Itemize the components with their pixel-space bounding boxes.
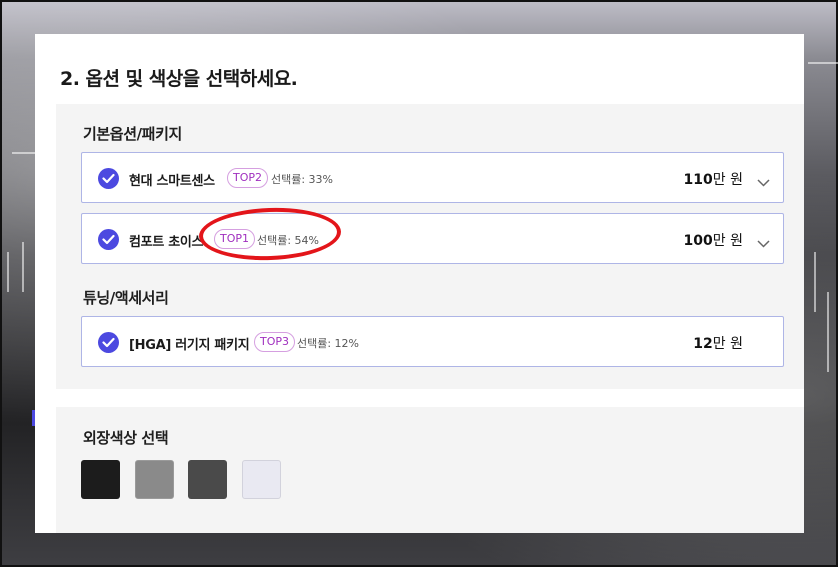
exterior-color-panel: 외장색상 선택 <box>56 407 804 533</box>
color-swatch-white[interactable] <box>242 460 281 499</box>
basic-options-title: 기본옵션/패키지 <box>83 125 182 143</box>
option-price: 12만 원 <box>693 336 743 352</box>
color-swatch-dark-gray[interactable] <box>188 460 227 499</box>
check-icon[interactable] <box>98 332 119 353</box>
options-panel: 기본옵션/패키지 현대 스마트센스 TOP2 선택률: 33% 110만 원 컴… <box>56 104 804 389</box>
selection-rate: 선택률: 12% <box>297 337 360 350</box>
rank-badge: TOP3 <box>254 332 296 352</box>
tuning-accessory-title: 튜닝/액세서리 <box>83 289 169 307</box>
option-color-card: 2. 옵션 및 색상을 선택하세요. 기본옵션/패키지 현대 스마트센스 TOP… <box>35 34 804 533</box>
exterior-color-title: 외장색상 선택 <box>83 429 169 447</box>
rank-badge: TOP2 <box>227 168 269 188</box>
chevron-down-icon[interactable] <box>757 172 770 191</box>
option-price: 100만 원 <box>683 233 743 249</box>
option-price: 110만 원 <box>683 172 743 188</box>
color-swatch-gray[interactable] <box>135 460 174 499</box>
option-name: 컴포트 초이스 <box>129 235 204 250</box>
color-swatch-black[interactable] <box>81 460 120 499</box>
option-name: [HGA] 러기지 패키지 <box>129 338 250 353</box>
check-icon[interactable] <box>98 168 119 189</box>
chevron-down-icon[interactable] <box>757 233 770 252</box>
option-item-comfort-choice[interactable]: 컴포트 초이스 TOP1 선택률: 54% 100만 원 <box>81 213 784 264</box>
option-name: 현대 스마트센스 <box>129 174 215 189</box>
option-item-luggage-package[interactable]: [HGA] 러기지 패키지 TOP3 선택률: 12% 12만 원 <box>81 316 784 367</box>
option-item-smartsense[interactable]: 현대 스마트센스 TOP2 선택률: 33% 110만 원 <box>81 152 784 203</box>
page-title: 2. 옵션 및 색상을 선택하세요. <box>60 68 298 90</box>
selection-rate: 선택률: 33% <box>271 173 334 186</box>
check-icon[interactable] <box>98 229 119 250</box>
